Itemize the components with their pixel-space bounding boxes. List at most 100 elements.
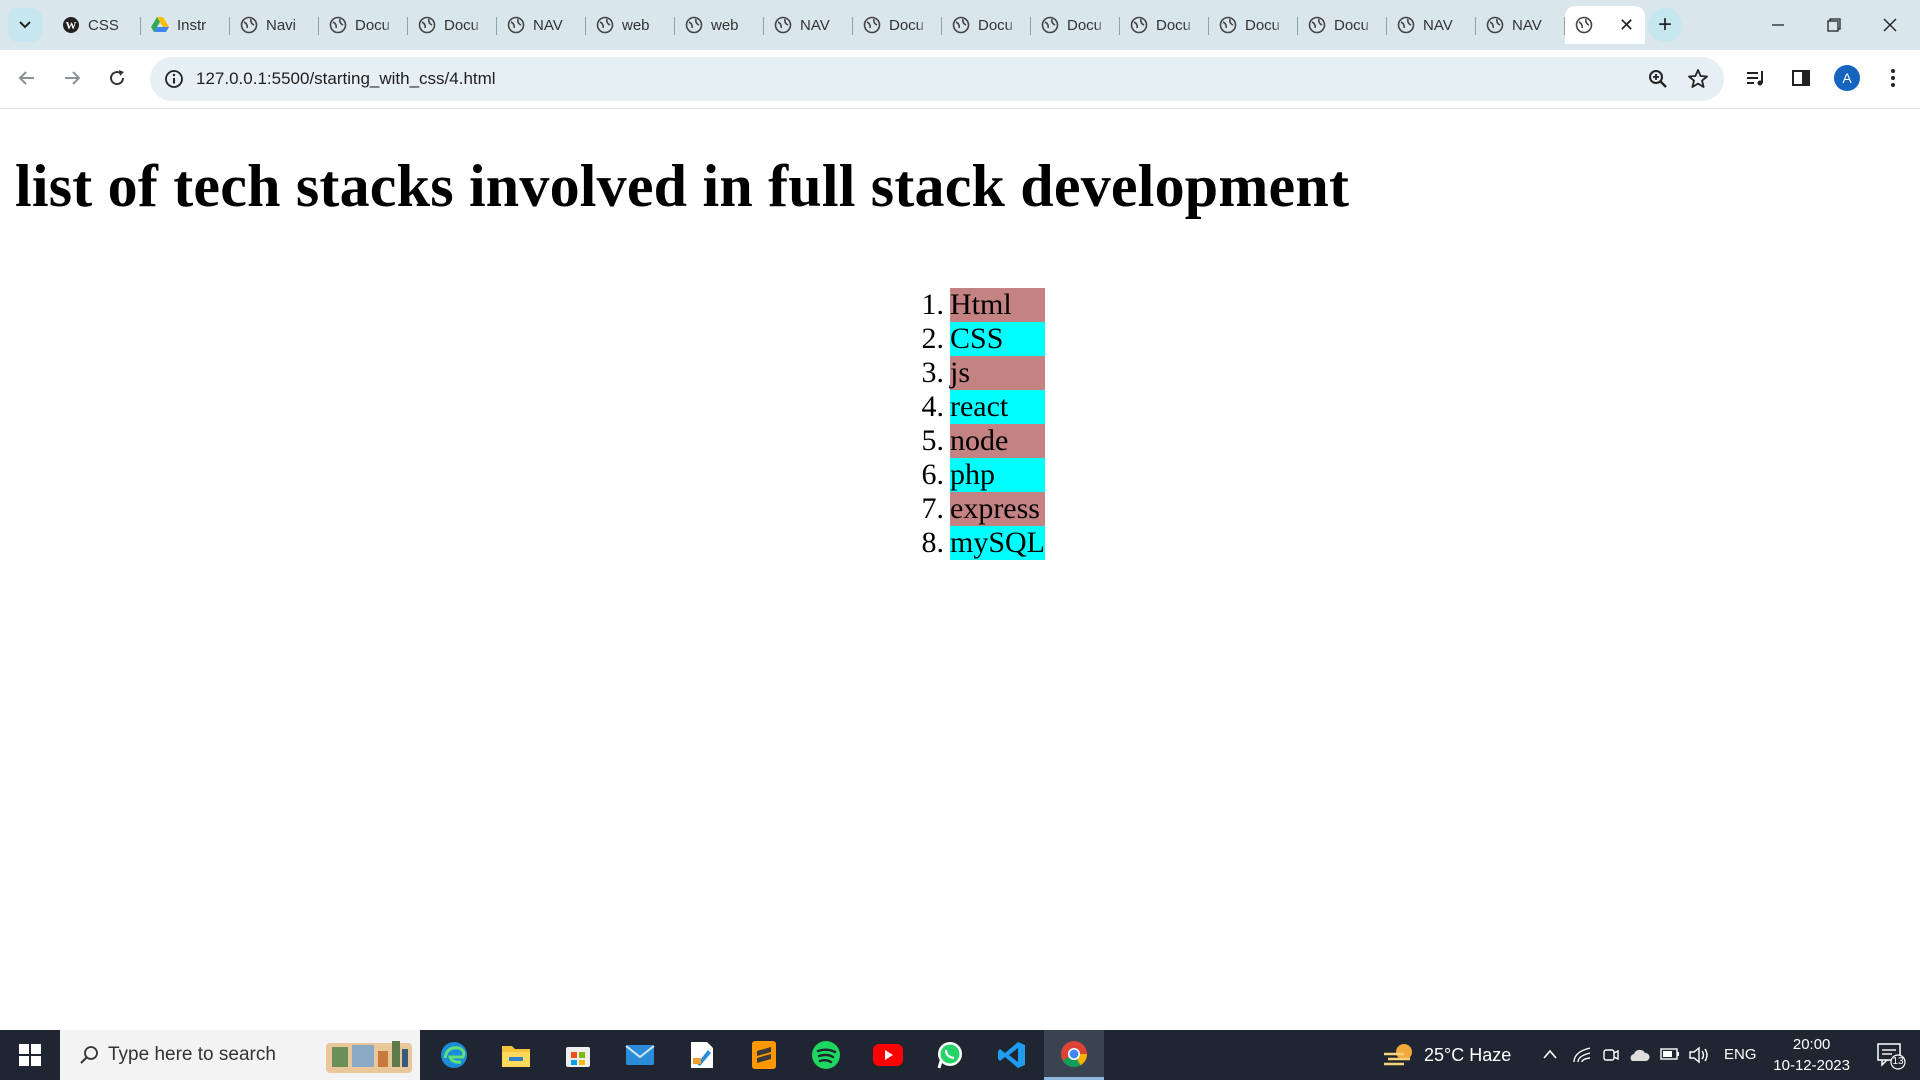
- list-item-label: express: [950, 492, 1045, 526]
- google-drive-icon: [151, 16, 169, 34]
- mail-icon[interactable]: [610, 1030, 670, 1080]
- tab[interactable]: Docu: [853, 6, 942, 44]
- clock[interactable]: 20:00 10-12-2023: [1773, 1034, 1850, 1076]
- close-tab-icon[interactable]: ✕: [1619, 15, 1634, 36]
- side-panel-icon[interactable]: [1785, 62, 1817, 94]
- meet-now-icon[interactable]: [1602, 1045, 1620, 1065]
- chevron-up-icon[interactable]: [1542, 1048, 1558, 1060]
- volume-icon[interactable]: [1688, 1045, 1710, 1065]
- tab-title: NAV: [533, 16, 563, 34]
- globe-icon: [1130, 16, 1148, 34]
- new-tab-button[interactable]: +: [1648, 8, 1682, 42]
- start-button[interactable]: [0, 1030, 60, 1080]
- tab[interactable]: Docu: [408, 6, 497, 44]
- tab[interactable]: web: [675, 6, 764, 44]
- tab-title: Docu: [1067, 16, 1103, 34]
- list-number: 8.: [921, 526, 945, 559]
- globe-icon: [1575, 16, 1593, 34]
- language-indicator[interactable]: ENG: [1724, 1046, 1757, 1063]
- tab[interactable]: NAV: [764, 6, 853, 44]
- list-item-label: react: [950, 390, 1045, 424]
- onedrive-icon[interactable]: [1628, 1045, 1650, 1065]
- url-text[interactable]: 127.0.0.1:5500/starting_with_css/4.html: [196, 69, 496, 89]
- page-heading: list of tech stacks involved in full sta…: [15, 153, 1350, 219]
- minimize-icon[interactable]: [1750, 0, 1806, 50]
- globe-icon: [1308, 16, 1326, 34]
- windows-icon: [19, 1044, 41, 1066]
- address-bar[interactable]: 127.0.0.1:5500/starting_with_css/4.html: [150, 57, 1724, 101]
- globe-icon: [507, 16, 525, 34]
- search-highlight-illustration: [326, 1041, 412, 1073]
- tab[interactable]: W CSS: [52, 6, 141, 44]
- browser-toolbar: 127.0.0.1:5500/starting_with_css/4.html …: [0, 50, 1920, 109]
- tab[interactable]: Docu: [1298, 6, 1387, 44]
- taskbar-search[interactable]: Type here to search: [60, 1030, 420, 1080]
- tab-title: Docu: [1334, 16, 1370, 34]
- battery-icon[interactable]: [1660, 1047, 1680, 1061]
- globe-icon: [240, 16, 258, 34]
- back-button[interactable]: [9, 60, 45, 96]
- notification-center-button[interactable]: 13: [1876, 1040, 1908, 1072]
- sublime-text-icon[interactable]: [734, 1030, 794, 1080]
- whatsapp-icon[interactable]: [920, 1030, 980, 1080]
- globe-icon: [952, 16, 970, 34]
- globe-icon: [418, 16, 436, 34]
- list-item: 2. CSS: [920, 322, 1045, 356]
- list-number: 1.: [921, 288, 945, 321]
- network-icon[interactable]: [1572, 1046, 1592, 1064]
- web-page: list of tech stacks involved in full sta…: [0, 110, 1920, 1030]
- spotify-icon[interactable]: [796, 1030, 856, 1080]
- tab[interactable]: Docu: [1209, 6, 1298, 44]
- list-number: 6.: [921, 458, 945, 491]
- forward-button[interactable]: [54, 60, 90, 96]
- info-icon[interactable]: [164, 69, 184, 89]
- tab[interactable]: NAV: [497, 6, 586, 44]
- profile-button[interactable]: A: [1831, 62, 1863, 94]
- list-item: 7. express: [920, 492, 1045, 526]
- media-controls-icon[interactable]: [1740, 62, 1772, 94]
- tab[interactable]: Docu: [1120, 6, 1209, 44]
- svg-text:W: W: [66, 20, 77, 32]
- youtube-icon[interactable]: [858, 1030, 918, 1080]
- list-item-label: Html: [950, 288, 1045, 322]
- tab-title: CSS: [88, 16, 119, 34]
- menu-icon[interactable]: [1877, 62, 1909, 94]
- tab[interactable]: Docu: [319, 6, 408, 44]
- zoom-icon[interactable]: [1646, 67, 1670, 91]
- edge-icon[interactable]: [424, 1030, 484, 1080]
- close-window-icon[interactable]: [1862, 0, 1918, 50]
- file-explorer-icon[interactable]: [486, 1030, 546, 1080]
- bookmark-star-icon[interactable]: [1686, 67, 1710, 91]
- clock-time: 20:00: [1792, 1036, 1831, 1053]
- tab-search-button[interactable]: [8, 8, 42, 42]
- tab[interactable]: Docu: [942, 6, 1031, 44]
- tab[interactable]: web: [586, 6, 675, 44]
- reload-button[interactable]: [99, 60, 135, 96]
- tech-stack-list: 1. Html 2. CSS 3. js 4. react 5. node 6. php 7…: [920, 288, 1045, 560]
- search-icon: [80, 1046, 98, 1064]
- list-item: 5. node: [920, 424, 1045, 458]
- globe-icon: [329, 16, 347, 34]
- globe-icon: [863, 16, 881, 34]
- tab[interactable]: NAV: [1476, 6, 1565, 44]
- globe-icon: [1219, 16, 1237, 34]
- vscode-icon[interactable]: [982, 1030, 1042, 1080]
- list-number: 4.: [921, 390, 945, 423]
- arrow-right-icon: [65, 71, 81, 85]
- taskbar: Type here to search 25°C Haze ENG 20:00 …: [0, 1030, 1920, 1080]
- restore-icon[interactable]: [1806, 0, 1862, 50]
- tab-title: Docu: [1245, 16, 1281, 34]
- tab[interactable]: Docu: [1031, 6, 1120, 44]
- tab-active[interactable]: ✕: [1565, 6, 1645, 44]
- tab-title: NAV: [1512, 16, 1542, 34]
- tab[interactable]: NAV: [1387, 6, 1476, 44]
- weather-text[interactable]: 25°C Haze: [1424, 1045, 1511, 1066]
- tab-title: Docu: [978, 16, 1014, 34]
- tab[interactable]: Navi: [230, 6, 319, 44]
- paint-icon[interactable]: [672, 1030, 732, 1080]
- tab-title: NAV: [800, 16, 830, 34]
- chrome-icon[interactable]: [1044, 1030, 1104, 1080]
- globe-icon: [774, 16, 792, 34]
- tab[interactable]: Instr: [141, 6, 230, 44]
- microsoft-store-icon[interactable]: [548, 1030, 608, 1080]
